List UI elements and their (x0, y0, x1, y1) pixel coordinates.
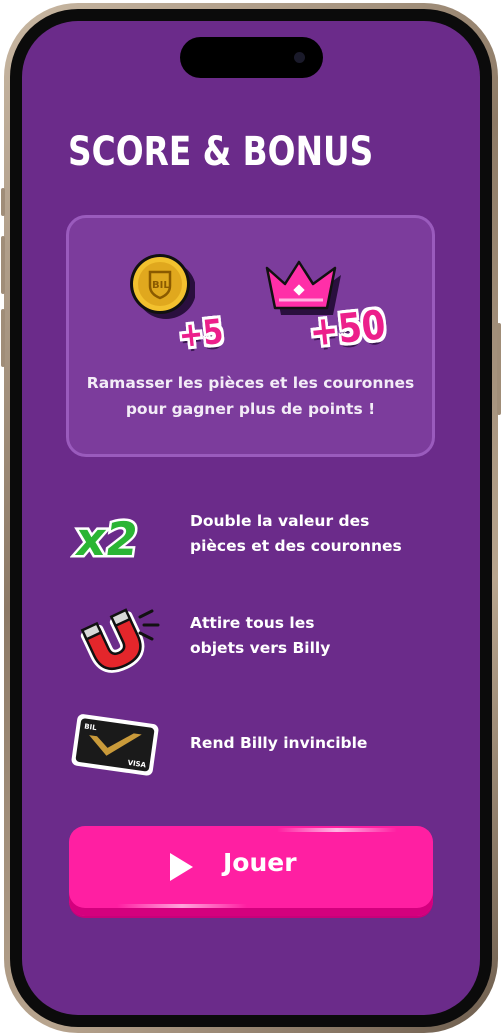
bonus-row-card: BIL VISA Rend Billy invincible (22, 709, 480, 789)
x2-multiplier-icon: x2 (70, 510, 144, 569)
button-highlight-top (277, 828, 397, 832)
power-button (497, 323, 501, 415)
bonus-row-magnet: Attire tous les objets vers Billy (22, 603, 480, 683)
play-button[interactable]: Jouer (69, 826, 433, 916)
camera-icon (294, 52, 305, 63)
play-button-label: Jouer (223, 848, 297, 877)
game-screen: SCORE & BONUS BIL +5 +50 Ramasser les pi… (22, 21, 480, 1015)
bonus-card-line1: Rend Billy invincible (190, 734, 368, 752)
score-info-card: BIL +5 +50 Ramasser les pièces et les co… (66, 215, 435, 457)
magnet-icon (80, 608, 160, 673)
volume-up-button (1, 236, 5, 294)
crown-points-label: +50 (307, 302, 388, 356)
bonus-row-multiplier: x2 Double la valeur des pièces et des co… (22, 499, 480, 579)
button-highlight-bottom (117, 904, 247, 908)
score-description-line1: Ramasser les pièces et les couronnes (86, 374, 415, 392)
bonus-magnet-line2: objets vers Billy (190, 639, 331, 657)
card-icon: BIL VISA (71, 714, 159, 776)
action-button (1, 188, 5, 216)
bonus-multiplier-line2: pièces et des couronnes (190, 537, 402, 555)
coin-points-label: +5 (176, 311, 226, 357)
bonus-text-magnet: Attire tous les objets vers Billy (190, 611, 330, 661)
score-description: Ramasser les pièces et les couronnes pou… (69, 370, 432, 422)
score-description-line2: pour gagner plus de points ! (125, 400, 376, 418)
bonus-magnet-line1: Attire tous les (190, 614, 315, 632)
page-title: SCORE & BONUS (68, 129, 374, 175)
x2-icon-text: x2 (73, 512, 142, 566)
bonus-text-card: Rend Billy invincible (190, 731, 367, 756)
bonus-text-multiplier: Double la valeur des pièces et des couro… (190, 509, 402, 559)
coin-logo-text: BIL (152, 280, 170, 291)
dynamic-island (180, 37, 323, 78)
bonus-multiplier-line1: Double la valeur des (190, 512, 370, 530)
volume-down-button (1, 309, 5, 367)
coin-icon: BIL (130, 254, 195, 319)
play-icon (170, 853, 193, 881)
